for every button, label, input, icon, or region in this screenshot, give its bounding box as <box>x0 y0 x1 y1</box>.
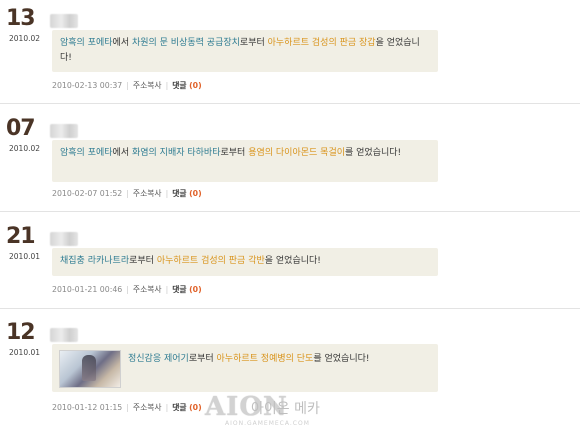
entry-message-box: 암흑의 포에타에서 차원의 문 비상동력 공급장치로부터 아누하르트 검성의 판… <box>52 30 438 72</box>
message-text: 을 얻었습니다! <box>264 256 321 266</box>
watermark-url: AION.GAMEMECA.COM <box>225 420 310 427</box>
entry-date: 2010-01-21 00:46 <box>52 285 123 294</box>
entry-2: 07 2010.02 암흑의 포에타에서 화염의 지배자 타하바타로부터 용염의… <box>0 116 580 206</box>
entry-month: 2010.01 <box>9 252 41 261</box>
entry-day: 12 <box>6 320 36 345</box>
entry-day: 07 <box>6 116 36 141</box>
entry-message-text: 정신감응 제어기로부터 아누하르트 정예병의 단도를 얻었습니다! <box>128 352 430 367</box>
user-avatar-blurred <box>50 232 78 246</box>
entry-date: 2010-02-13 00:37 <box>52 81 123 90</box>
divider <box>0 211 580 212</box>
entry-message-box: 채집충 라카나트라로부터 아누하르트 검성의 판금 각반을 얻었습니다! <box>52 248 438 276</box>
source-name-link[interactable]: 암흑의 포에타 <box>60 148 113 158</box>
copy-address-link[interactable]: 주소복사 <box>133 81 162 90</box>
watermark-korean-text: 아이온 메카 <box>251 401 320 417</box>
entry-date: 2010-01-12 01:15 <box>52 403 123 412</box>
source-name-link[interactable]: 화염의 지배자 타하바타 <box>132 148 221 158</box>
entry-month: 2010.02 <box>9 34 41 43</box>
source-name-link[interactable]: 암흑의 포에타 <box>60 38 113 48</box>
comments-link[interactable]: 댓글 <box>172 81 186 90</box>
message-text: 에서 <box>112 148 132 158</box>
message-text: 로부터 <box>188 354 217 364</box>
user-avatar-blurred <box>50 328 78 342</box>
message-text: 를 얻었습니다! <box>345 148 402 158</box>
copy-address-link[interactable]: 주소복사 <box>133 285 162 294</box>
entry-message-box: 암흑의 포에타에서 화염의 지배자 타하바타로부터 용염의 다이아몬드 목걸이를… <box>52 140 438 182</box>
item-name-link[interactable]: 아누하르트 검성의 판금 각반 <box>157 256 265 266</box>
message-text: 로부터 <box>220 148 249 158</box>
item-name-link[interactable]: 아누하르트 정예병의 단도 <box>217 354 314 364</box>
entry-meta: 2010-02-13 00:37 | 주소복사 | 댓글 (0) <box>52 81 202 90</box>
message-text: 에서 <box>112 38 132 48</box>
user-avatar-blurred <box>50 14 78 28</box>
source-name-link[interactable]: 차원의 문 비상동력 공급장치 <box>132 38 240 48</box>
item-thumbnail-image[interactable] <box>59 350 121 388</box>
entry-message-box: 정신감응 제어기로부터 아누하르트 정예병의 단도를 얻었습니다! <box>52 344 438 392</box>
comment-count[interactable]: (0) <box>189 189 202 198</box>
comments-link[interactable]: 댓글 <box>172 285 186 294</box>
entry-month: 2010.01 <box>9 348 41 357</box>
divider <box>0 103 580 104</box>
entry-3: 21 2010.01 채집충 라카나트라로부터 아누하르트 검성의 판금 각반을… <box>0 224 580 304</box>
user-avatar-blurred <box>50 124 78 138</box>
entry-date: 2010-02-07 01:52 <box>52 189 123 198</box>
entry-day: 13 <box>6 6 36 31</box>
item-name-link[interactable]: 용염의 다이아몬드 목걸이 <box>248 148 345 158</box>
copy-address-link[interactable]: 주소복사 <box>133 403 162 412</box>
entry-meta: 2010-02-07 01:52 | 주소복사 | 댓글 (0) <box>52 189 202 198</box>
comments-link[interactable]: 댓글 <box>172 189 186 198</box>
source-name-link[interactable]: 정신감응 제어기 <box>128 354 189 364</box>
copy-address-link[interactable]: 주소복사 <box>133 189 162 198</box>
message-text: 로부터 <box>239 38 268 48</box>
message-text: 를 얻었습니다! <box>313 354 370 364</box>
comments-link[interactable]: 댓글 <box>172 403 186 412</box>
entry-1: 13 2010.02 암흑의 포에타에서 차원의 문 비상동력 공급장치로부터 … <box>0 6 580 102</box>
entry-day: 21 <box>6 224 36 249</box>
site-watermark: AION 아이온 메카 AION.GAMEMECA.COM <box>205 392 320 427</box>
item-name-link[interactable]: 아누하르트 검성의 판금 장갑 <box>268 38 376 48</box>
comment-count[interactable]: (0) <box>189 81 202 90</box>
comment-count[interactable]: (0) <box>189 403 202 412</box>
entry-meta: 2010-01-21 00:46 | 주소복사 | 댓글 (0) <box>52 285 202 294</box>
source-name-link[interactable]: 채집충 라카나트라 <box>60 256 129 266</box>
entry-meta: 2010-01-12 01:15 | 주소복사 | 댓글 (0) <box>52 403 202 412</box>
divider <box>0 308 580 309</box>
comment-count[interactable]: (0) <box>189 285 202 294</box>
entry-month: 2010.02 <box>9 144 41 153</box>
message-text: 로부터 <box>129 256 157 266</box>
